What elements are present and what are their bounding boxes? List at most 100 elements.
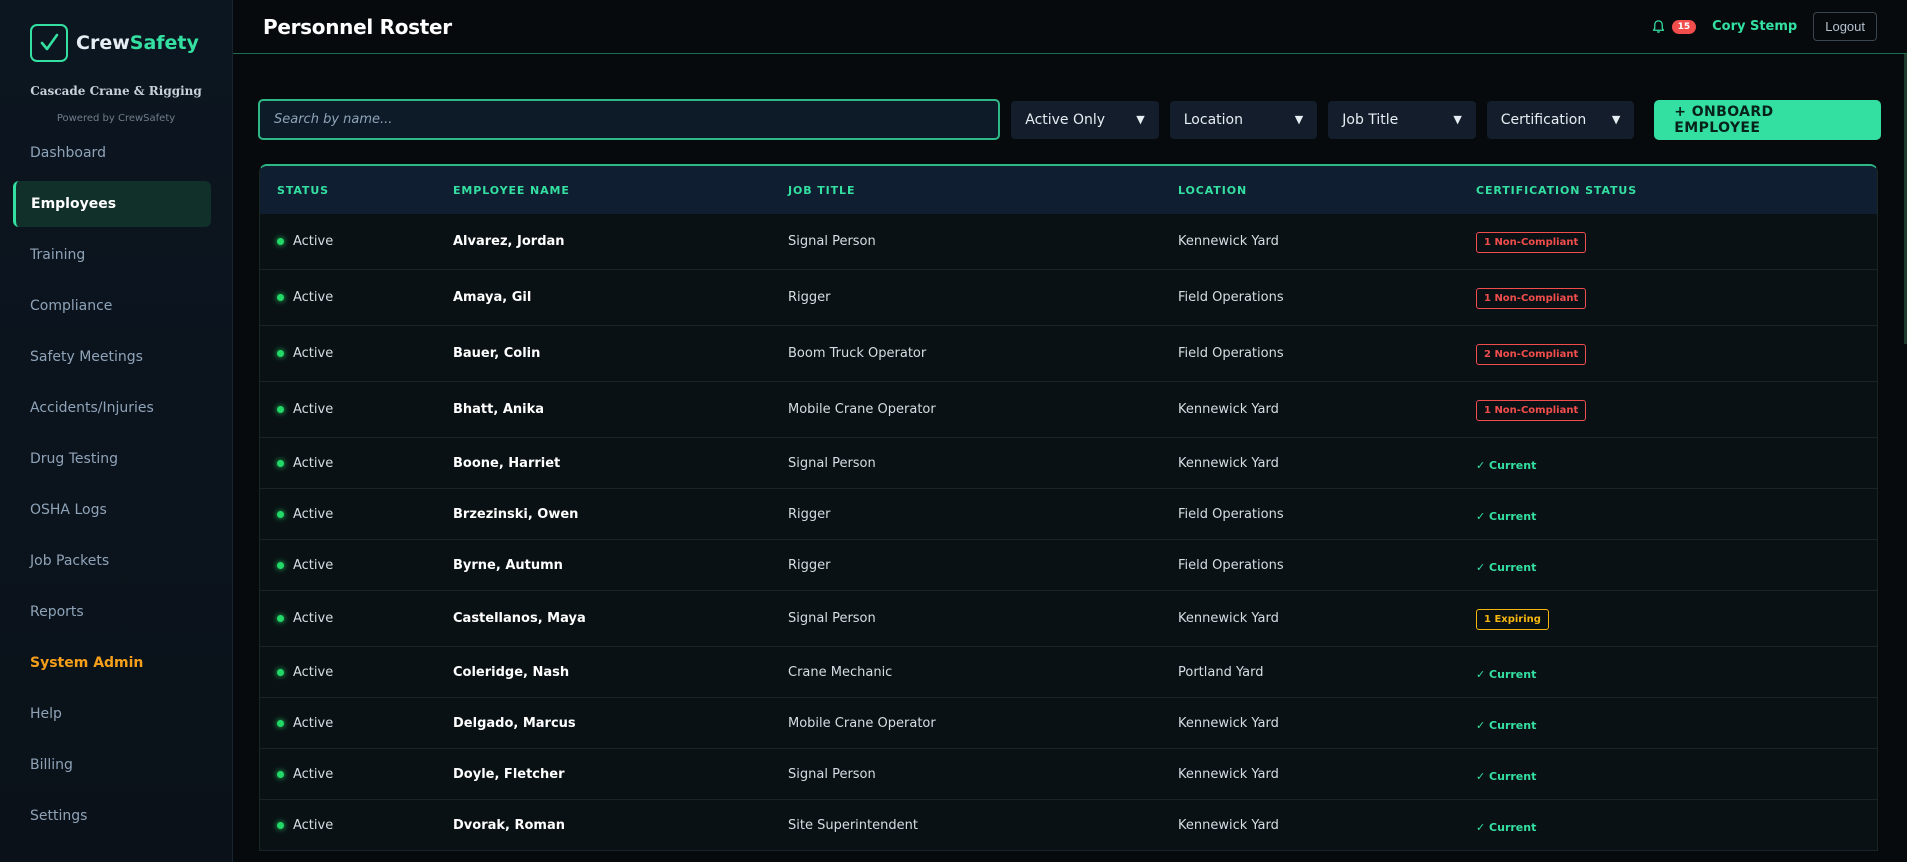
sidebar-item-job-packets[interactable]: Job Packets — [0, 538, 232, 584]
top-bar: Personnel Roster 15 Cory Stemp Logout — [233, 0, 1907, 54]
table-row[interactable]: Active Amaya, Gil Rigger Field Operations 1 … — [260, 270, 1877, 326]
status-cell: Active — [260, 558, 453, 573]
column-header-certification-status[interactable]: CERTIFICATION STATUS — [1476, 184, 1877, 197]
location-filter-select[interactable]: Location ▼ — [1169, 100, 1318, 139]
status-cell: Active — [260, 507, 453, 522]
active-status-dot-icon — [277, 615, 284, 622]
current-status[interactable]: ✓ Current — [1476, 459, 1536, 472]
user-name[interactable]: Cory Stemp — [1712, 19, 1797, 34]
sidebar-item-safety-meetings[interactable]: Safety Meetings — [0, 334, 232, 380]
employee-name[interactable]: Delgado, Marcus — [453, 716, 788, 731]
sidebar-item-drug-testing[interactable]: Drug Testing — [0, 436, 232, 482]
current-status[interactable]: ✓ Current — [1476, 719, 1536, 732]
certification-cell: ✓ Current — [1476, 454, 1877, 473]
onboard-employee-button[interactable]: + ONBOARD EMPLOYEE — [1654, 99, 1881, 140]
sidebar-item-accidents-injuries[interactable]: Accidents/Injuries — [0, 385, 232, 431]
main-content: Personnel Roster 15 Cory Stemp Logout Se… — [233, 0, 1907, 862]
notification-count-badge: 15 — [1671, 19, 1697, 34]
job-title-filter-select[interactable]: Job Title ▼ — [1328, 100, 1476, 139]
sidebar-item-training[interactable]: Training — [0, 232, 232, 278]
employee-name[interactable]: Doyle, Fletcher — [453, 767, 788, 782]
current-status[interactable]: ✓ Current — [1476, 821, 1536, 834]
sidebar-item-osha-logs[interactable]: OSHA Logs — [0, 487, 232, 533]
location: Kennewick Yard — [1178, 766, 1279, 782]
sidebar-item-employees[interactable]: Employees — [13, 181, 211, 227]
column-header-location[interactable]: LOCATION — [1178, 184, 1476, 197]
sidebar-item-system-admin[interactable]: System Admin — [0, 640, 232, 686]
employee-name[interactable]: Castellanos, Maya — [453, 611, 788, 626]
expiring-badge[interactable]: 1 Expiring — [1476, 609, 1549, 630]
non-compliant-badge[interactable]: 1 Non-Compliant — [1476, 232, 1587, 253]
current-status[interactable]: ✓ Current — [1476, 668, 1536, 681]
non-compliant-badge[interactable]: 1 Non-Compliant — [1476, 400, 1587, 421]
employee-name[interactable]: Bauer, Colin — [453, 346, 788, 361]
employee-name[interactable]: Alvarez, Jordan — [453, 234, 788, 249]
table-row[interactable]: Active Bauer, Colin Boom Truck Operator Fie… — [260, 326, 1877, 382]
sidebar-item-billing[interactable]: Billing — [0, 742, 232, 788]
table-row[interactable]: Active Dvorak, Roman Site Superintendent Ke… — [260, 800, 1877, 851]
location: Field Operations — [1178, 290, 1284, 305]
status-cell: Active — [260, 665, 453, 680]
sidebar-item-compliance[interactable]: Compliance — [0, 283, 232, 329]
filter-bar: Search by name... Active Only ▼ Location ▼… — [233, 54, 1907, 160]
current-status[interactable]: ✓ Current — [1476, 770, 1536, 783]
status-text: Active — [293, 455, 334, 471]
bell-icon — [1652, 20, 1664, 33]
column-header-job-title[interactable]: JOB TITLE — [788, 184, 1178, 197]
job-title: Signal Person — [788, 766, 876, 782]
job-title: Crane Mechanic — [788, 664, 893, 680]
non-compliant-badge[interactable]: 1 Non-Compliant — [1476, 288, 1587, 309]
status-cell: Active — [260, 611, 453, 626]
status-text: Active — [293, 664, 334, 680]
sidebar-item-help[interactable]: Help — [0, 691, 232, 737]
active-status-dot-icon — [277, 561, 284, 569]
current-status[interactable]: ✓ Current — [1476, 510, 1536, 523]
brand[interactable]: CrewSafety — [0, 0, 232, 62]
active-status-dot-icon — [277, 459, 284, 467]
status-filter-select[interactable]: Active Only ▼ — [1011, 100, 1159, 139]
column-header-employee-name[interactable]: EMPLOYEE NAME — [453, 184, 788, 197]
company-name: Cascade Crane & Rigging — [30, 84, 202, 98]
non-compliant-badge[interactable]: 2 Non-Compliant — [1476, 344, 1587, 365]
employee-name[interactable]: Boone, Harriet — [453, 456, 788, 471]
caret-down-icon: ▼ — [1453, 113, 1462, 126]
sidebar-nav: Dashboard Employees Training Compliance … — [0, 130, 232, 839]
table-row[interactable]: Active Castellanos, Maya Signal Person Kenn… — [260, 591, 1877, 647]
table-row[interactable]: Active Delgado, Marcus Mobile Crane Operat… — [260, 698, 1877, 749]
table-row[interactable]: Active Doyle, Fletcher Signal Person Kennew… — [260, 749, 1877, 800]
employee-name[interactable]: Brzezinski, Owen — [453, 507, 788, 522]
status-text: Active — [293, 506, 334, 522]
sidebar-item-settings[interactable]: Settings — [0, 793, 232, 839]
certification-cell: ✓ Current — [1476, 505, 1877, 524]
status-cell: Active — [260, 767, 453, 782]
current-status[interactable]: ✓ Current — [1476, 561, 1536, 574]
location: Kennewick Yard — [1178, 715, 1279, 731]
notifications-button[interactable]: 15 — [1651, 19, 1697, 34]
location: Kennewick Yard — [1178, 234, 1279, 249]
column-header-status[interactable]: STATUS — [260, 184, 453, 197]
table-row[interactable]: Active Bhatt, Anika Mobile Crane Operator K… — [260, 382, 1877, 438]
employee-name[interactable]: Amaya, Gil — [453, 290, 788, 305]
location: Field Operations — [1178, 557, 1284, 573]
logout-button[interactable]: Logout — [1813, 12, 1877, 41]
certification-filter-select[interactable]: Certification ▼ — [1486, 100, 1635, 139]
table-row[interactable]: Active Alvarez, Jordan Signal Person Kennew… — [260, 214, 1877, 270]
employee-name[interactable]: Coleridge, Nash — [453, 665, 788, 680]
table-row[interactable]: Active Boone, Harriet Signal Person Kennewi… — [260, 438, 1877, 489]
status-text: Active — [293, 557, 334, 573]
employee-name[interactable]: Byrne, Autumn — [453, 558, 788, 573]
table-row[interactable]: Active Brzezinski, Owen Rigger Field Operat… — [260, 489, 1877, 540]
search-input[interactable]: Search by name... — [258, 99, 1001, 140]
table-row[interactable]: Active Byrne, Autumn Rigger Field Operation… — [260, 540, 1877, 591]
job-title: Site Superintendent — [788, 817, 918, 833]
sidebar-item-dashboard[interactable]: Dashboard — [0, 130, 232, 176]
location: Kennewick Yard — [1178, 817, 1279, 833]
active-status-dot-icon — [277, 294, 284, 301]
sidebar: CrewSafety Cascade Crane & Rigging Power… — [0, 0, 233, 862]
employee-name[interactable]: Bhatt, Anika — [453, 402, 788, 417]
caret-down-icon: ▼ — [1611, 113, 1621, 126]
sidebar-item-reports[interactable]: Reports — [0, 589, 232, 635]
job-title-filter-value: Job Title — [1342, 111, 1399, 128]
employee-name[interactable]: Dvorak, Roman — [453, 818, 788, 833]
table-row[interactable]: Active Coleridge, Nash Crane Mechanic Portl… — [260, 647, 1877, 698]
